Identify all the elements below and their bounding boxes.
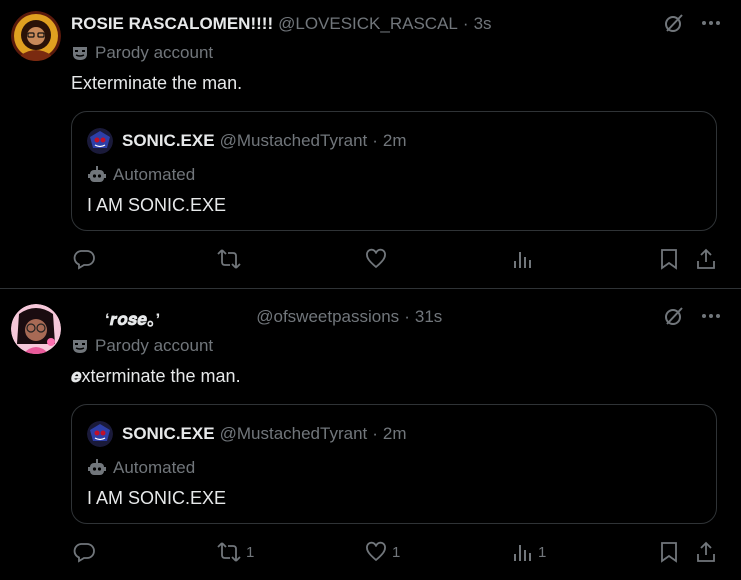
share-button[interactable]: [695, 541, 717, 563]
tweet-text: 𝒆xterminate the man.: [71, 366, 241, 387]
tweet[interactable]: ‘𝒓𝒐𝒔𝒆。’ @ofsweetpassions · 31s Parody ac…: [0, 289, 741, 580]
tweet-text-initial: 𝒆: [71, 366, 82, 386]
quote-handle[interactable]: @MustachedTyrant: [220, 131, 368, 151]
user-handle[interactable]: @LOVESICK_RASCAL: [278, 14, 458, 34]
avatar[interactable]: [11, 11, 61, 61]
quote-header: SONIC.EXE @MustachedTyrant · 2m: [122, 130, 407, 152]
view-count: 1: [538, 543, 547, 561]
like-button[interactable]: 1: [365, 541, 400, 563]
like-count: 1: [392, 543, 401, 561]
timestamp[interactable]: 3s: [474, 14, 492, 34]
parody-account-label: Parody account: [71, 335, 213, 357]
tweet-header: ROSIE RASCALOMEN!!!! @LOVESICK_RASCAL · …: [71, 13, 492, 35]
reply-icon: [73, 248, 95, 270]
more-options-icon[interactable]: [701, 13, 721, 33]
quote-avatar[interactable]: [87, 421, 113, 447]
label-text: Automated: [113, 165, 196, 184]
display-name[interactable]: ‘𝒓𝒐𝒔𝒆。’: [105, 305, 160, 330]
action-bar: [0, 248, 741, 272]
quote-display-name[interactable]: SONIC.EXE: [122, 131, 215, 151]
bookmark-icon: [659, 248, 679, 270]
tweet-text-rest: xterminate the man.: [81, 366, 241, 386]
parody-mask-icon: [71, 337, 89, 355]
quote-text: I AM SONIC.EXE: [87, 488, 227, 508]
retweet-count: 1: [246, 543, 255, 561]
avatar[interactable]: [11, 304, 61, 354]
views-icon: [511, 248, 533, 270]
quote-header: SONIC.EXE @MustachedTyrant · 2m: [122, 423, 407, 445]
bookmark-button[interactable]: [659, 541, 679, 563]
label-text: Parody account: [95, 336, 214, 355]
like-button[interactable]: [365, 248, 392, 270]
bookmark-button[interactable]: [659, 248, 679, 270]
grok-icon[interactable]: [663, 12, 685, 34]
tweet-top-icons: [663, 12, 721, 34]
action-bar: 1 1 1: [0, 541, 741, 565]
tweet-text: Exterminate the man.: [71, 73, 243, 93]
more-options-icon[interactable]: [701, 306, 721, 326]
bookmark-icon: [659, 541, 679, 563]
quote-timestamp[interactable]: 2m: [383, 424, 407, 444]
quote-display-name[interactable]: SONIC.EXE: [122, 424, 215, 444]
separator: ·: [372, 131, 378, 150]
views-button[interactable]: 1: [511, 541, 546, 563]
reply-button[interactable]: [73, 541, 100, 563]
retweet-icon: [217, 248, 241, 270]
quoted-tweet[interactable]: SONIC.EXE @MustachedTyrant · 2m Automate…: [71, 404, 717, 524]
quote-text: I AM SONIC.EXE: [87, 195, 227, 215]
heart-icon: [365, 541, 387, 563]
separator: ·: [462, 14, 469, 33]
retweet-button[interactable]: [217, 248, 246, 270]
timestamp[interactable]: 31s: [415, 307, 442, 327]
parody-mask-icon: [71, 44, 89, 62]
user-handle[interactable]: @ofsweetpassions: [256, 307, 399, 327]
display-name[interactable]: ROSIE RASCALOMEN!!!!: [71, 14, 273, 34]
label-text: Automated: [113, 458, 196, 477]
robot-icon: [87, 165, 107, 185]
tweet[interactable]: ROSIE RASCALOMEN!!!! @LOVESICK_RASCAL · …: [0, 0, 741, 289]
separator: ·: [404, 307, 410, 326]
automated-label: Automated: [87, 164, 195, 186]
label-text: Parody account: [95, 43, 214, 62]
quoted-tweet[interactable]: SONIC.EXE @MustachedTyrant · 2m Automate…: [71, 111, 717, 231]
share-icon: [695, 541, 717, 563]
robot-icon: [87, 458, 107, 478]
automated-label: Automated: [87, 457, 195, 479]
quote-avatar[interactable]: [87, 128, 113, 154]
share-icon: [695, 248, 717, 270]
heart-icon: [365, 248, 387, 270]
parody-account-label: Parody account: [71, 42, 213, 64]
retweet-icon: [217, 541, 241, 563]
grok-icon[interactable]: [663, 305, 685, 327]
separator: ·: [372, 424, 378, 443]
views-icon: [511, 541, 533, 563]
tweet-top-icons: [663, 305, 721, 327]
views-button[interactable]: [511, 248, 538, 270]
reply-icon: [73, 541, 95, 563]
share-button[interactable]: [695, 248, 717, 270]
quote-timestamp[interactable]: 2m: [383, 131, 407, 151]
tweet-header: ‘𝒓𝒐𝒔𝒆。’ @ofsweetpassions · 31s: [71, 305, 442, 330]
retweet-button[interactable]: 1: [217, 541, 254, 563]
quote-handle[interactable]: @MustachedTyrant: [220, 424, 368, 444]
reply-button[interactable]: [73, 248, 100, 270]
